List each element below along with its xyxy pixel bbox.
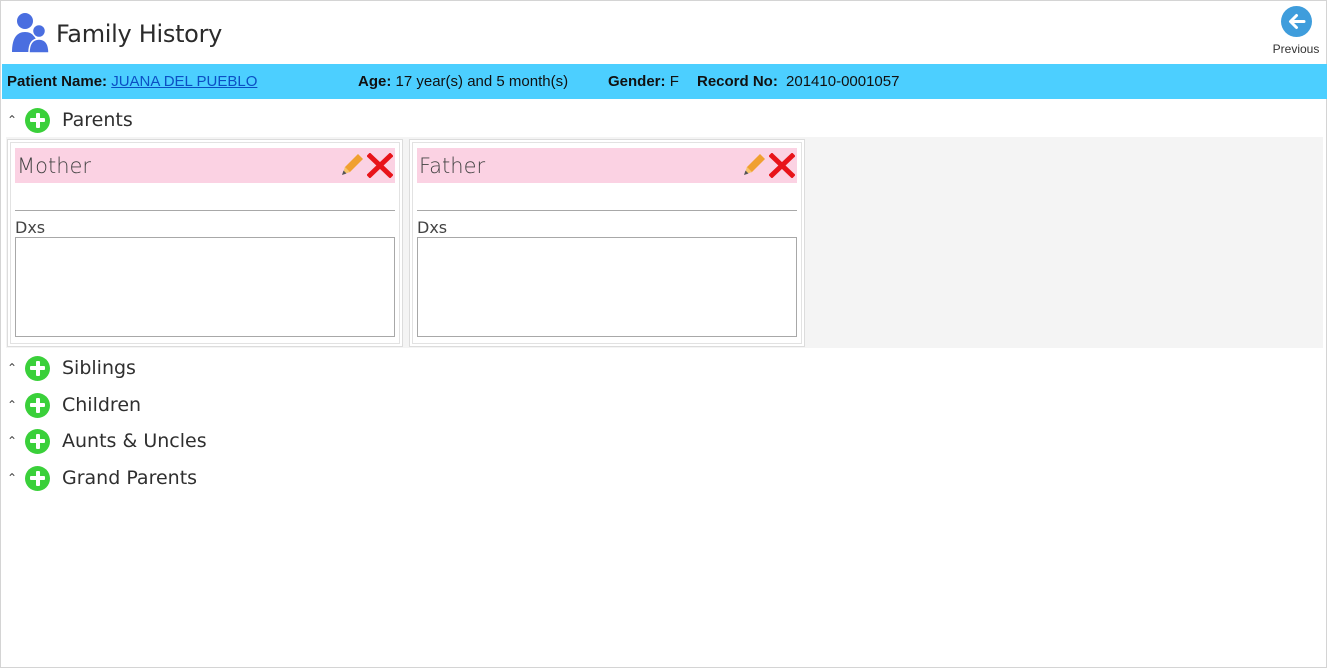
plus-circle-icon[interactable] bbox=[25, 355, 50, 381]
section-label: Siblings bbox=[62, 357, 136, 379]
record-value: 201410-0001057 bbox=[786, 73, 900, 90]
patient-name-label: Patient Name: bbox=[7, 73, 108, 90]
patient-name-field: Patient Name: JUANA DEL PUEBLO bbox=[7, 73, 257, 90]
section-label: Grand Parents bbox=[62, 467, 198, 489]
plus-circle-icon[interactable] bbox=[25, 465, 50, 491]
chevron-up-icon[interactable]: ⌃ bbox=[7, 399, 19, 411]
page-title: Family History bbox=[56, 20, 223, 48]
section-children: ⌃ Children bbox=[7, 390, 141, 420]
age-label: Age: bbox=[358, 73, 392, 90]
section-parents: ⌃ Parents bbox=[7, 105, 133, 135]
chevron-up-icon[interactable]: ⌃ bbox=[7, 114, 19, 126]
app-window: Family History Previous Patient Name: JU… bbox=[0, 0, 1327, 668]
section-label: Children bbox=[62, 394, 142, 416]
previous-label: Previous bbox=[1272, 42, 1320, 56]
card-header: Mother bbox=[15, 148, 395, 183]
divider bbox=[417, 210, 797, 211]
plus-circle-icon[interactable] bbox=[25, 107, 50, 133]
family-member-card: Father Dxs bbox=[409, 139, 805, 347]
previous-button[interactable]: Previous bbox=[1270, 6, 1322, 62]
plus-circle-icon[interactable] bbox=[25, 428, 50, 454]
record-label: Record No: bbox=[697, 73, 778, 90]
patient-info-bar: Patient Name: JUANA DEL PUEBLO Age: 17 y… bbox=[2, 64, 1327, 99]
section-aunts-uncles: ⌃ Aunts & Uncles bbox=[7, 426, 207, 456]
pencil-icon[interactable] bbox=[339, 152, 365, 178]
family-member-card: Mother Dxs bbox=[7, 139, 403, 347]
record-field: Record No: 201410-0001057 bbox=[697, 73, 899, 90]
section-label: Aunts & Uncles bbox=[62, 430, 207, 452]
dxs-label: Dxs bbox=[417, 218, 448, 237]
gender-value: F bbox=[669, 73, 679, 90]
parents-panel: Mother Dxs Father Dxs bbox=[6, 137, 1323, 348]
family-users-icon bbox=[12, 12, 50, 54]
gender-field: Gender: F bbox=[608, 73, 679, 90]
x-icon[interactable] bbox=[366, 152, 394, 179]
patient-name-link[interactable]: JUANA DEL PUEBLO bbox=[111, 73, 257, 90]
card-header: Father bbox=[417, 148, 797, 183]
chevron-up-icon[interactable]: ⌃ bbox=[7, 435, 19, 447]
age-field: Age: 17 year(s) and 5 month(s) bbox=[358, 73, 568, 90]
age-value: 17 year(s) and 5 month(s) bbox=[395, 73, 569, 90]
dxs-textarea[interactable] bbox=[15, 237, 395, 337]
chevron-up-icon[interactable]: ⌃ bbox=[7, 472, 19, 484]
member-name: Father bbox=[419, 154, 486, 178]
member-name: Mother bbox=[17, 154, 92, 178]
pencil-icon[interactable] bbox=[741, 152, 767, 178]
dxs-label: Dxs bbox=[15, 218, 46, 237]
gender-label: Gender: bbox=[608, 73, 666, 90]
section-siblings: ⌃ Siblings bbox=[7, 353, 136, 383]
dxs-textarea[interactable] bbox=[417, 237, 797, 337]
chevron-up-icon[interactable]: ⌃ bbox=[7, 362, 19, 374]
section-grand-parents: ⌃ Grand Parents bbox=[7, 463, 197, 493]
arrow-left-icon bbox=[1280, 6, 1312, 37]
divider bbox=[15, 210, 395, 211]
section-label: Parents bbox=[62, 109, 133, 131]
x-icon[interactable] bbox=[768, 152, 796, 179]
plus-circle-icon[interactable] bbox=[25, 392, 50, 418]
